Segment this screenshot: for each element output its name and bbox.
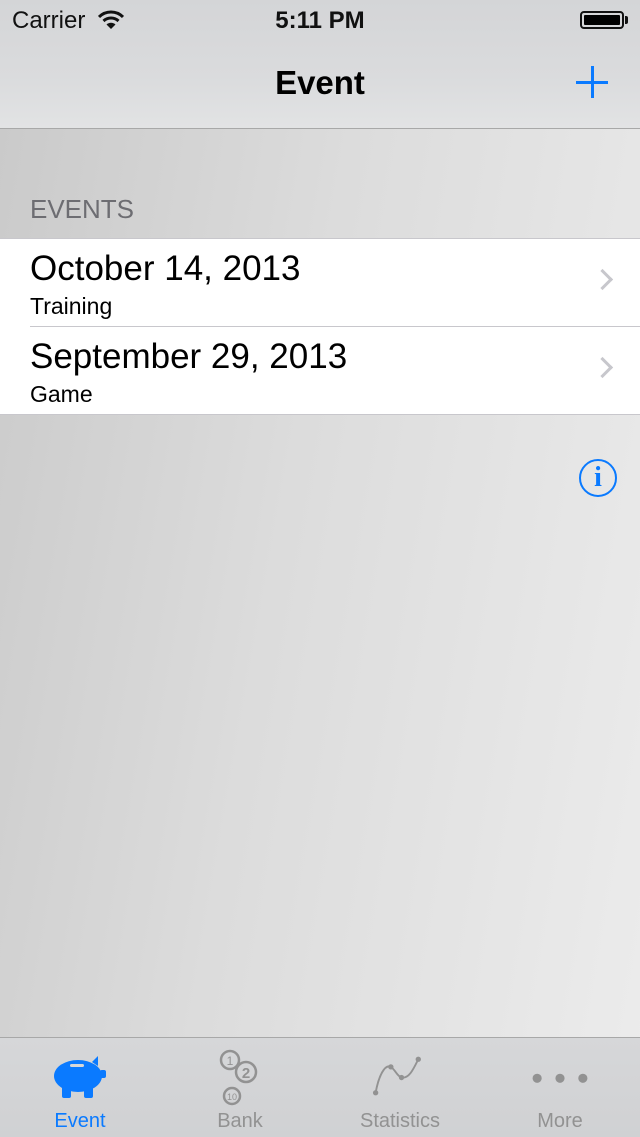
- navigation-bar: Carrier 5:11 PM Event: [0, 0, 640, 129]
- chevron-right-icon: [591, 356, 614, 379]
- add-event-button[interactable]: [572, 62, 612, 102]
- battery-icon: [580, 11, 624, 29]
- tab-label: Event: [54, 1110, 106, 1132]
- tab-label: More: [537, 1110, 583, 1132]
- coins-icon: 1 2 10: [219, 1049, 258, 1106]
- svg-text:1: 1: [227, 1054, 234, 1068]
- clock: 5:11 PM: [275, 7, 365, 34]
- tab-label: Bank: [217, 1110, 263, 1132]
- svg-text:2: 2: [242, 1065, 250, 1082]
- svg-text:10: 10: [227, 1092, 237, 1102]
- status-bar: Carrier 5:11 PM: [0, 0, 640, 40]
- event-type: Training: [30, 293, 113, 319]
- page-title: Event: [275, 64, 365, 101]
- event-row[interactable]: September 29, 2013 Game: [30, 326, 640, 414]
- tab-bank[interactable]: 1 2 10 Bank: [160, 1038, 320, 1137]
- info-button[interactable]: i: [579, 459, 617, 497]
- tab-bar: Event 1 2 10 Bank Statistics More: [0, 1037, 640, 1137]
- events-table: October 14, 2013 Training September 29, …: [0, 238, 640, 415]
- event-type: Game: [30, 381, 93, 407]
- event-date: October 14, 2013: [30, 249, 301, 288]
- piggy-bank-icon: [54, 1056, 106, 1098]
- battery-tip: [625, 16, 628, 24]
- tab-statistics[interactable]: Statistics: [320, 1038, 480, 1137]
- line-chart-icon: [372, 1056, 421, 1096]
- event-row[interactable]: October 14, 2013 Training: [0, 239, 640, 326]
- tab-label: Statistics: [359, 1110, 441, 1132]
- section-header-events: EVENTS: [30, 194, 135, 224]
- tab-more[interactable]: More: [480, 1038, 640, 1137]
- event-date: September 29, 2013: [30, 337, 348, 376]
- info-icon: i: [594, 462, 602, 493]
- chevron-right-icon: [591, 268, 614, 291]
- tab-event[interactable]: Event: [0, 1038, 160, 1137]
- more-dots-icon: [532, 1073, 588, 1083]
